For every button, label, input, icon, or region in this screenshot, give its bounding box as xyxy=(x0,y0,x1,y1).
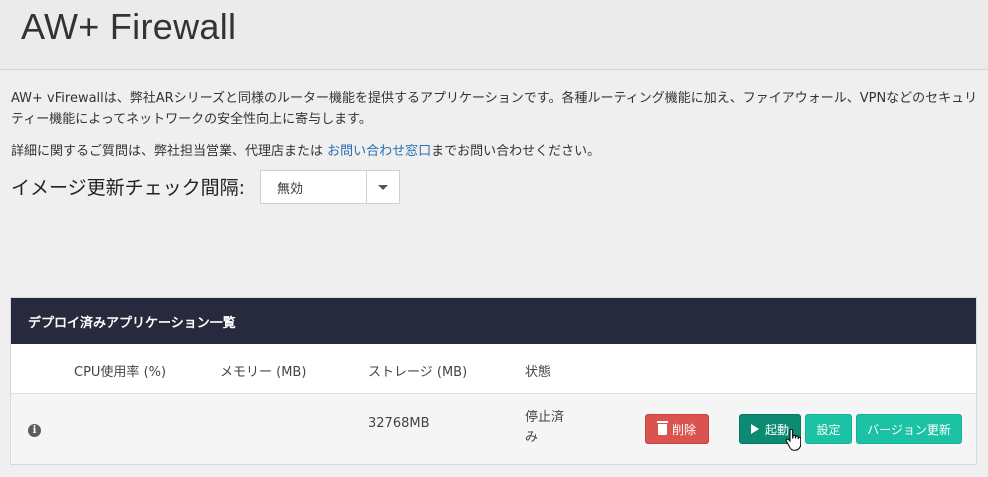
app-description: AW+ vFirewallは、弊社ARシリーズと同様のルーター機能を提供するアプ… xyxy=(11,91,978,127)
column-status: 状態 xyxy=(525,365,552,380)
info-icon[interactable]: i xyxy=(28,424,41,437)
panel-title: デプロイ済みアプリケーション一覧 xyxy=(11,298,976,344)
deployed-apps-panel: デプロイ済みアプリケーション一覧 CPU使用率 (%) メモリー (MB) スト… xyxy=(10,297,977,465)
column-memory: メモリー (MB) xyxy=(220,365,307,380)
contact-text: 詳細に関するご質問は、弊社担当営業、代理店または お問い合わせ窓口までお問い合わ… xyxy=(11,140,600,159)
update-check-value: 無効 xyxy=(277,181,304,197)
chevron-down-icon xyxy=(378,184,388,190)
select-toggle[interactable] xyxy=(366,171,399,203)
column-cpu: CPU使用率 (%) xyxy=(74,365,167,380)
page-header: AW+ Firewall xyxy=(0,0,988,70)
contact-suffix: までお問い合わせください。 xyxy=(431,144,601,159)
trash-icon xyxy=(656,420,668,435)
status-value: 停止済み xyxy=(525,410,565,445)
contact-prefix: 詳細に関するご質問は、弊社担当営業、代理店または xyxy=(11,144,328,159)
table-header: CPU使用率 (%) メモリー (MB) ストレージ (MB) 状態 xyxy=(11,344,976,394)
play-icon xyxy=(750,424,759,434)
version-update-button[interactable]: バージョン更新 xyxy=(856,414,962,444)
update-check-select[interactable]: 無効 xyxy=(260,170,400,204)
delete-label: 削除 xyxy=(671,422,696,437)
storage-value: 32768MB xyxy=(368,416,430,431)
hand-cursor-icon xyxy=(785,429,801,451)
page-title: AW+ Firewall xyxy=(21,6,237,47)
settings-button[interactable]: 設定 xyxy=(805,414,852,444)
contact-link[interactable]: お問い合わせ窓口 xyxy=(327,144,431,159)
delete-button[interactable]: 削除 xyxy=(645,414,709,444)
settings-label: 設定 xyxy=(816,422,841,437)
table-row: i 32768MB 停止済み 削除 起動 設定 バージョン更新 xyxy=(11,394,976,464)
version-update-label: バージョン更新 xyxy=(867,422,951,437)
column-storage: ストレージ (MB) xyxy=(368,365,468,380)
update-check-label: イメージ更新チェック間隔: xyxy=(11,177,246,199)
